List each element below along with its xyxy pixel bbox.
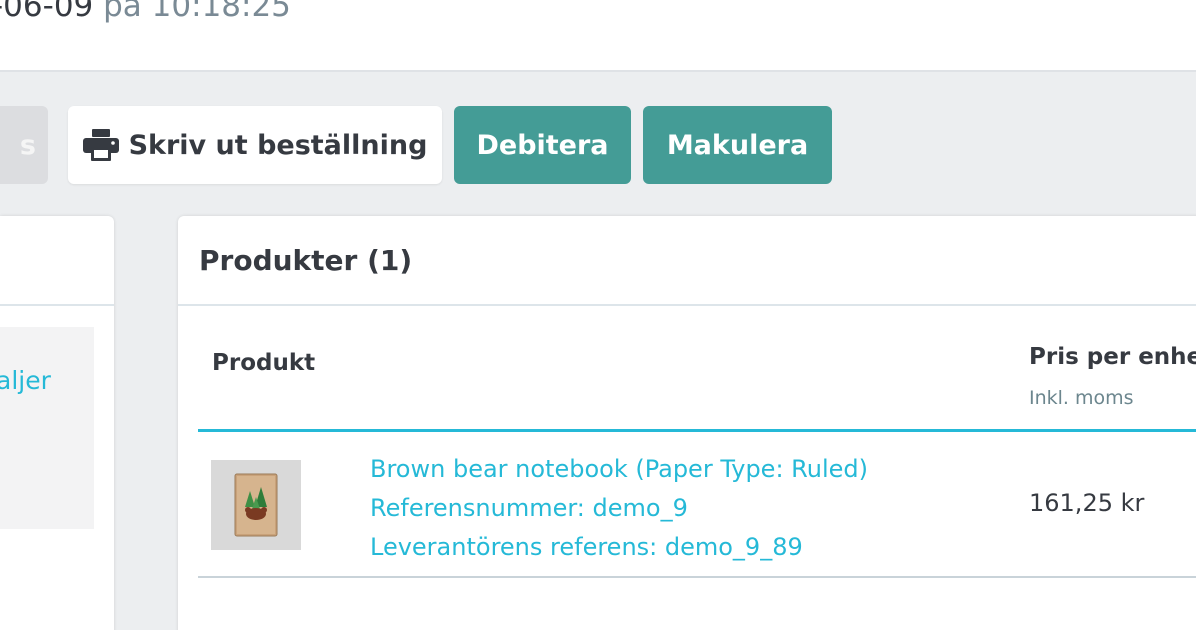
notebook-image (234, 473, 278, 537)
product-reference-link[interactable]: Referensnummer: demo_9 (370, 489, 868, 528)
cancel-order-label: Makulera (666, 129, 809, 161)
products-card: Produkter (1) Produkt Pris per enhe Inkl… (178, 216, 1196, 630)
customer-card-divider (0, 304, 114, 306)
product-unit-price: 161,25 kr (1029, 489, 1145, 517)
customer-details-box (0, 327, 94, 529)
printer-icon (82, 129, 119, 161)
table-header-rule (198, 429, 1196, 432)
debit-label: Debitera (476, 129, 609, 161)
customer-details-link[interactable]: aljer (0, 366, 51, 395)
product-name-link[interactable]: Brown bear notebook (Paper Type: Ruled) (370, 450, 868, 489)
print-order-label: Skriv ut beställning (128, 129, 428, 161)
debit-button[interactable]: Debitera (454, 106, 631, 184)
column-header-product: Produkt (212, 350, 316, 376)
product-info: Brown bear notebook (Paper Type: Ruled) … (370, 450, 868, 567)
product-thumbnail[interactable] (211, 460, 301, 550)
order-date-value: -06-09 (0, 0, 94, 24)
print-order-button[interactable]: Skriv ut beställning (68, 106, 442, 184)
customer-card: aljer (0, 216, 114, 630)
cancel-order-button[interactable]: Makulera (643, 106, 832, 184)
order-date-connector: på (103, 0, 142, 24)
column-header-unit-price-note: Inkl. moms (1029, 387, 1134, 409)
previous-action-button[interactable]: s (0, 106, 48, 184)
table-row-rule (198, 576, 1196, 578)
column-header-unit-price: Pris per enhe (1029, 344, 1196, 370)
previous-action-label: s (19, 129, 36, 161)
order-header-bar: -06-09 på 10:18:25 (0, 0, 1196, 72)
product-supplier-reference-link[interactable]: Leverantörens referens: demo_9_89 (370, 528, 868, 567)
order-time-value: 10:18:25 (151, 0, 291, 24)
products-title: Produkter (1) (199, 244, 413, 277)
products-card-header: Produkter (1) (178, 216, 1196, 306)
order-date: -06-09 på 10:18:25 (0, 0, 291, 24)
